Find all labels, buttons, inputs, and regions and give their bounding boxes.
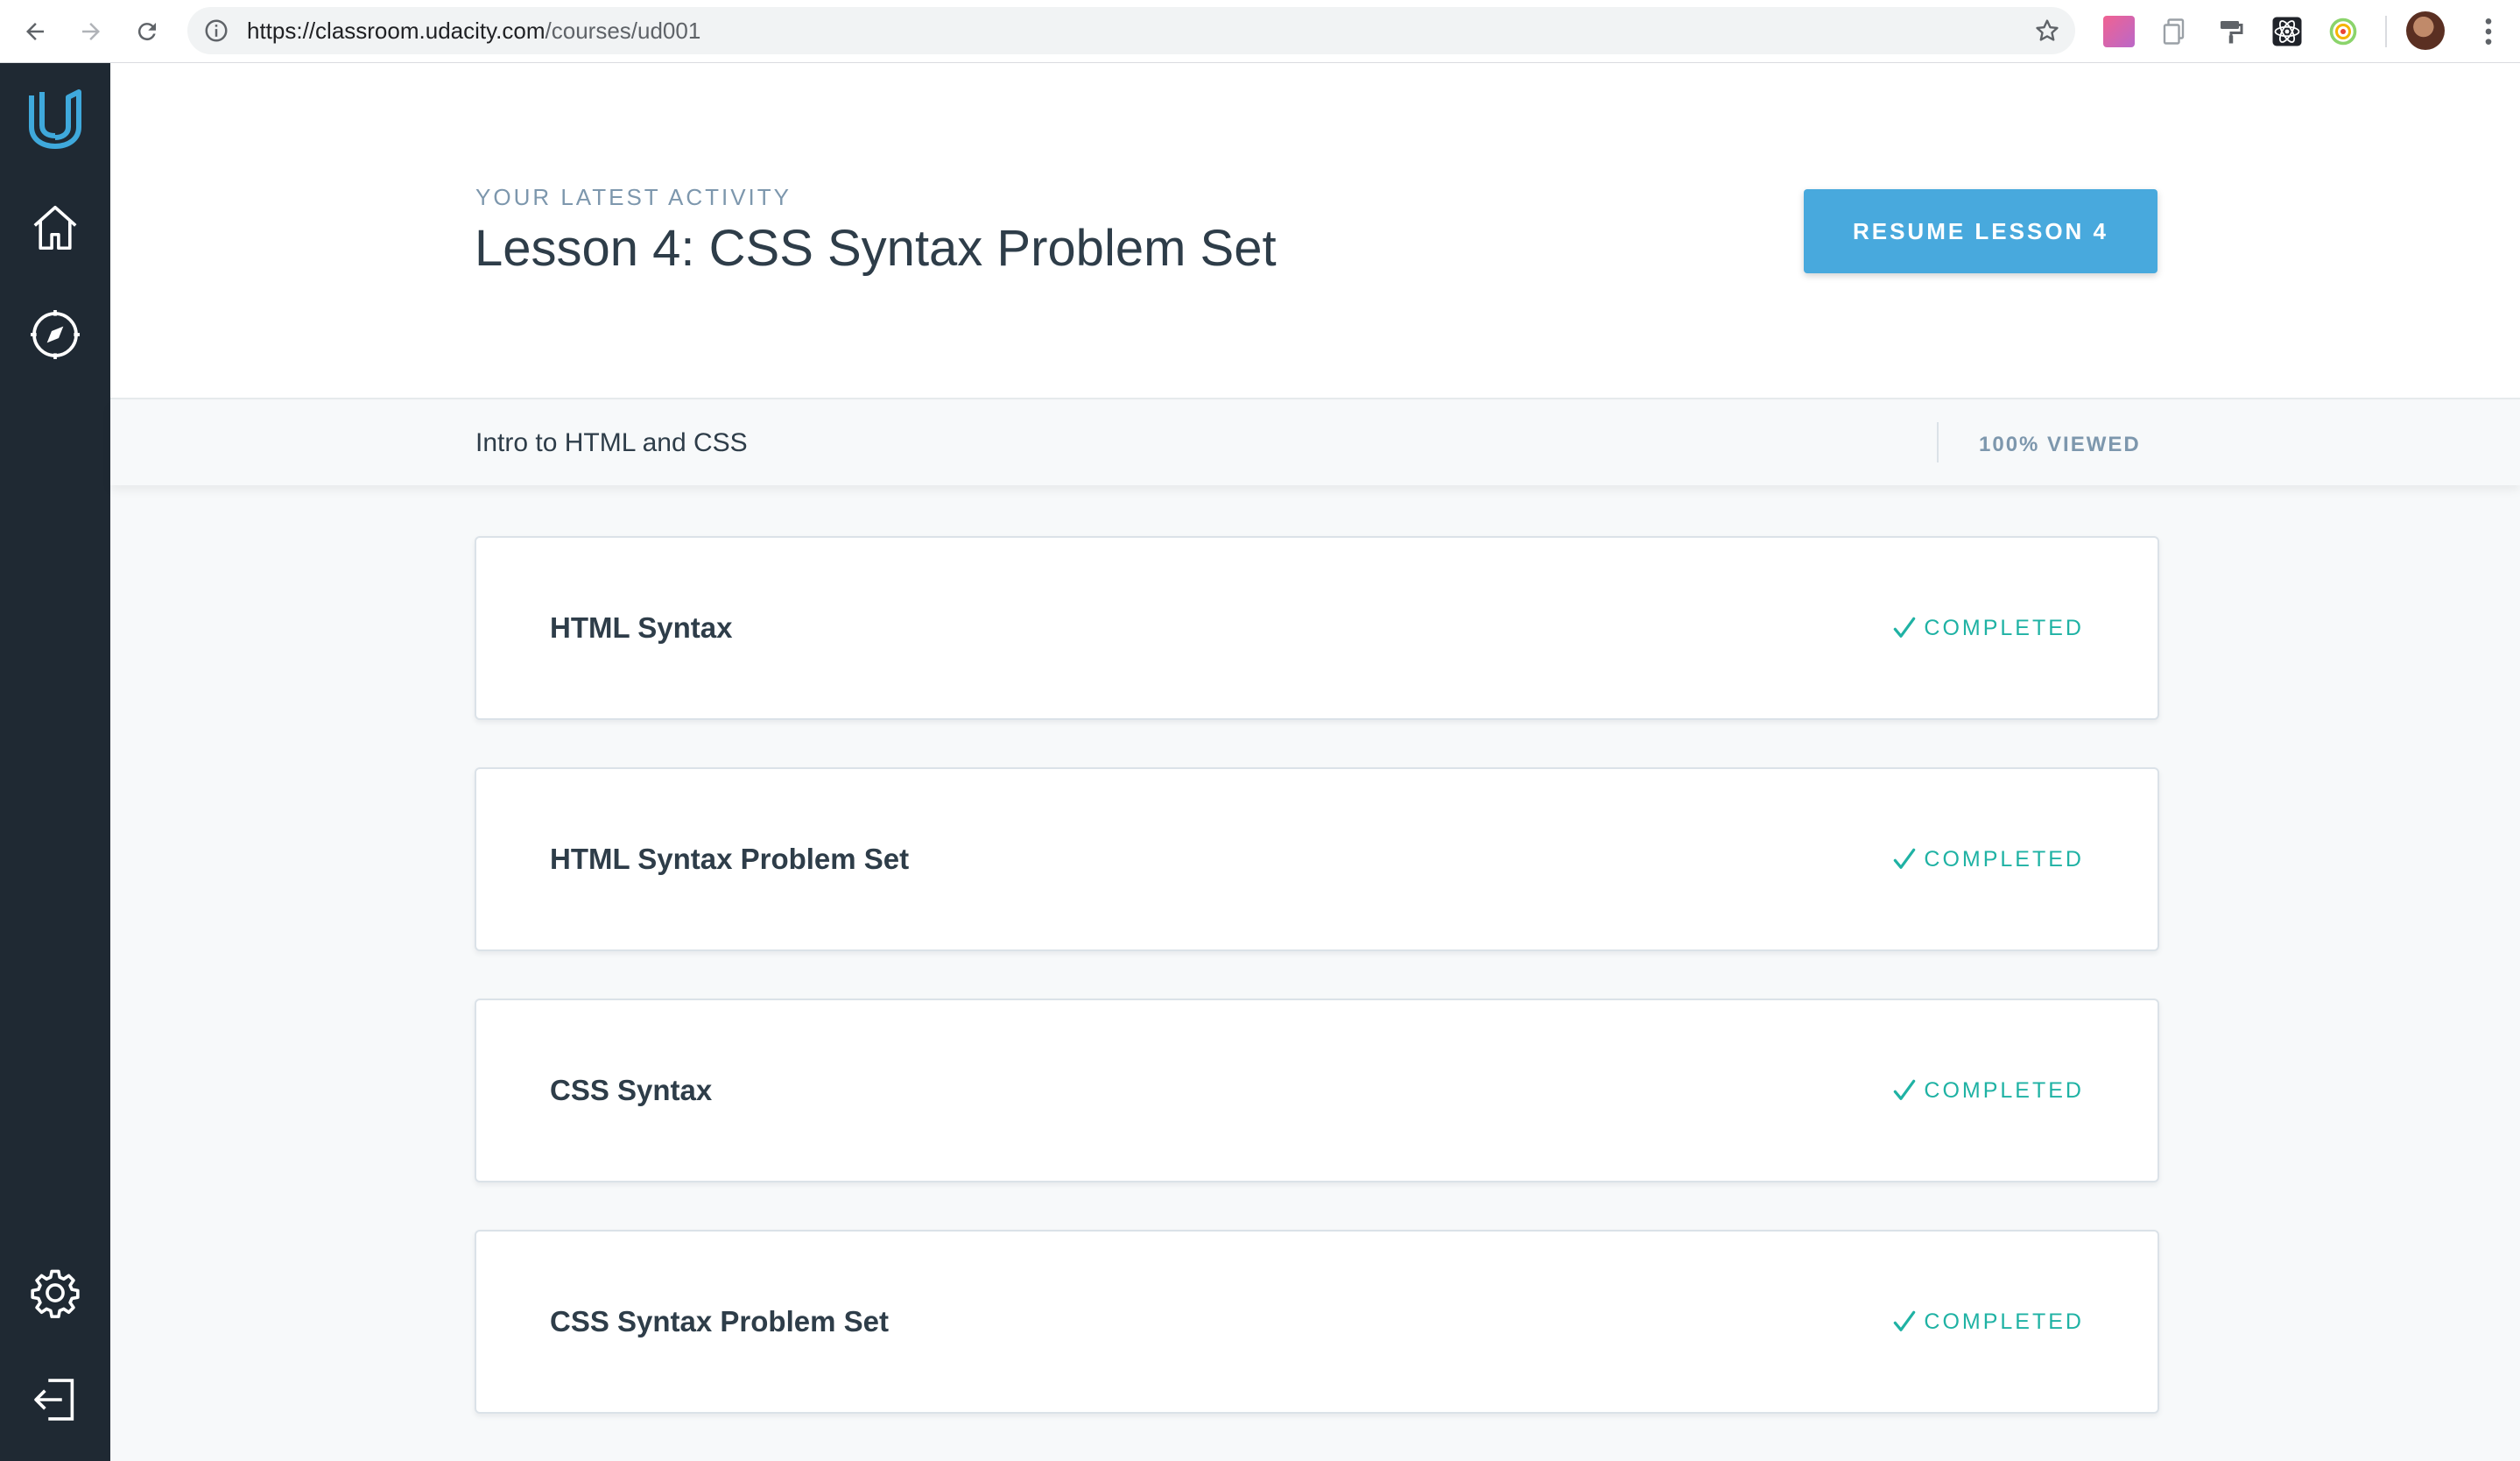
forward-arrow-icon[interactable] [72,12,110,51]
lesson-card-title: HTML Syntax [550,611,733,644]
resume-lesson-button[interactable]: RESUME LESSON 4 [1804,189,2157,273]
completed-status: COMPLETED [1890,538,2084,718]
checkmark-icon [1894,617,1916,638]
completed-status: COMPLETED [1890,1000,2084,1181]
back-arrow-icon[interactable] [16,12,54,51]
reload-icon[interactable] [128,12,166,51]
status-label: COMPLETED [1924,1309,2084,1334]
extension-gradient-icon[interactable] [2103,16,2135,47]
lesson-card[interactable]: HTML Syntax COMPLETED [475,536,2159,720]
main-content: YOUR LATEST ACTIVITY Lesson 4: CSS Synta… [110,63,2520,1461]
subbar-divider [1937,422,1939,462]
bookmark-star-icon[interactable] [2033,17,2061,45]
extension-copy-icon[interactable] [2159,16,2191,47]
checkmark-icon [1894,848,1916,869]
extension-react-icon[interactable] [2271,16,2303,47]
course-progress-bar: Intro to HTML and CSS 100% VIEWED [110,401,2520,485]
lesson-card-title: HTML Syntax Problem Set [550,843,910,875]
completed-status: COMPLETED [1890,769,2084,949]
checkmark-icon [1894,1079,1916,1100]
udacity-logo-icon[interactable] [22,86,88,152]
checkmark-icon [1894,1310,1916,1331]
info-icon[interactable] [203,18,229,44]
viewed-percentage: 100% VIEWED [1979,433,2141,456]
lesson-card[interactable]: CSS Syntax COMPLETED [475,999,2159,1182]
gear-icon[interactable] [22,1260,88,1326]
address-bar[interactable]: https://classroom.udacity.com/courses/ud… [187,7,2075,54]
status-label: COMPLETED [1924,1077,2084,1103]
latest-activity-header: YOUR LATEST ACTIVITY Lesson 4: CSS Synta… [110,63,2520,399]
url-text: https://classroom.udacity.com/courses/ud… [247,18,701,44]
status-label: COMPLETED [1924,846,2084,872]
course-name[interactable]: Intro to HTML and CSS [475,401,748,485]
latest-activity-kicker: YOUR LATEST ACTIVITY [475,184,792,210]
status-label: COMPLETED [1924,615,2084,640]
extension-paint-roller-icon[interactable] [2215,16,2247,47]
profile-avatar[interactable] [2406,11,2445,50]
lesson-card-title: CSS Syntax Problem Set [550,1305,889,1337]
left-rail [0,63,110,1461]
completed-status: COMPLETED [1890,1232,2084,1412]
logout-icon[interactable] [22,1366,88,1433]
browser-toolbar: https://classroom.udacity.com/courses/ud… [0,0,2520,63]
lesson-title: Lesson 4: CSS Syntax Problem Set [475,220,1277,277]
lesson-card-title: CSS Syntax [550,1074,713,1106]
extension-circle-icon[interactable] [2327,16,2359,47]
home-icon[interactable] [22,194,88,261]
browser-menu-icon[interactable] [2471,14,2506,49]
lesson-card[interactable]: CSS Syntax Problem Set COMPLETED [475,1230,2159,1414]
lesson-card[interactable]: HTML Syntax Problem Set COMPLETED [475,767,2159,951]
compass-icon[interactable] [22,301,88,368]
toolbar-divider [2385,16,2387,47]
